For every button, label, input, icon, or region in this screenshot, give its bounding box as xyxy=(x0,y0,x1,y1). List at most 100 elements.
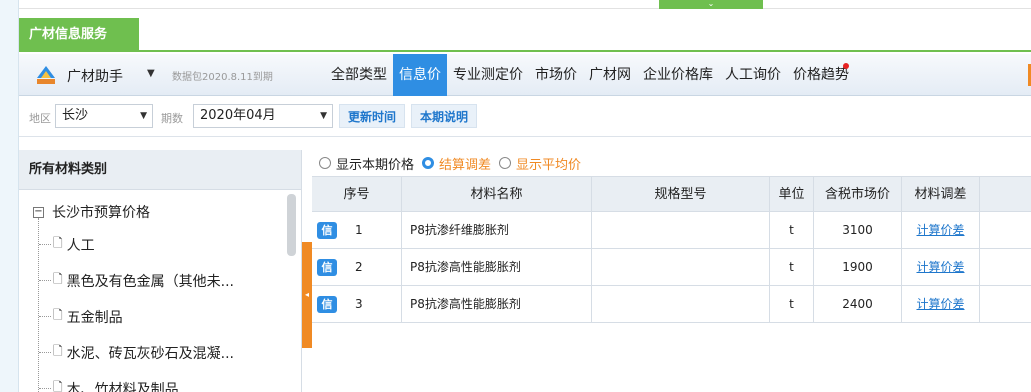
tree-item[interactable]: 🗋 木、竹材料及制品 xyxy=(39,378,179,392)
table-row[interactable]: 信 3 P8抗渗高性能膨胀剂 t 2400 计算价差 xyxy=(312,286,1031,323)
document-icon: 🗋 xyxy=(53,308,63,322)
tab-nav-2[interactable]: 专业测定价 xyxy=(447,54,529,96)
radio-label[interactable]: 显示本期价格 xyxy=(336,154,414,173)
document-icon: 🗋 xyxy=(53,236,63,250)
cell-price: 3100 xyxy=(814,212,902,248)
caret-down-icon: ▼ xyxy=(140,111,147,121)
tree-item-label: 木、竹材料及制品 xyxy=(66,381,179,392)
filter-bar: 地区 长沙 ▼ 期数 2020年04月 ▼ 更新时间 本期说明 xyxy=(19,97,1031,137)
package-expiry: 数据包2020.8.11到期 xyxy=(172,72,273,83)
main-window: ⌄ 广材信息服务 广材助手 ▼ 数据包2020.8.11到期 全部类型 信息价 专业… xyxy=(18,0,1031,392)
tree-item-label: 水泥、砖瓦灰砂石及混凝... xyxy=(66,345,235,362)
cell-price: 2400 xyxy=(814,286,902,322)
caret-down-icon[interactable]: ▼ xyxy=(147,68,155,79)
table-row[interactable]: 信 2 P8抗渗高性能膨胀剂 t 1900 计算价差 xyxy=(312,249,1031,286)
radio-option-0[interactable] xyxy=(319,157,331,169)
chevron-down-icon: ⌄ xyxy=(707,0,715,8)
radio-option-2[interactable] xyxy=(499,157,512,169)
top-strip: ⌄ xyxy=(19,0,1031,9)
table-row[interactable]: 信 1 P8抗渗纤维膨胀剂 t 3100 计算价差 xyxy=(312,212,1031,249)
cell-extra xyxy=(980,212,1031,248)
gldsoft-logo-icon[interactable] xyxy=(35,64,57,86)
period-select[interactable]: 2020年04月 ▼ xyxy=(193,104,333,128)
tree-item[interactable]: 🗋 水泥、砖瓦灰砂石及混凝... xyxy=(39,342,234,363)
info-badge-icon[interactable]: 信 xyxy=(317,296,337,313)
header-name: 材料名称 xyxy=(402,177,592,211)
period-value: 2020年04月 xyxy=(200,108,276,123)
tree-branch xyxy=(39,316,51,317)
tree-branch xyxy=(39,388,51,389)
cell-extra xyxy=(980,249,1031,285)
tree-item[interactable]: 🗋 五金制品 xyxy=(39,306,123,327)
collapse-icon[interactable]: − xyxy=(33,206,44,218)
tree-item-label: 五金制品 xyxy=(66,309,123,326)
radio-label[interactable]: 结算调差 xyxy=(439,154,491,173)
cell-unit: t xyxy=(770,249,814,285)
info-badge-icon[interactable]: 信 xyxy=(317,222,337,239)
navbar: 广材助手 ▼ 数据包2020.8.11到期 全部类型 信息价 专业测定价 市场价 广材网… xyxy=(19,54,1031,96)
price-table: 序号 材料名称 规格型号 单位 含税市场价 材料调差 信 1 P8抗渗纤维膨胀剂 t 3… xyxy=(312,176,1031,323)
tab-nav-5[interactable]: 企业价格库 xyxy=(637,54,719,96)
update-time-button[interactable]: 更新时间 xyxy=(339,104,406,128)
category-sidebar: 所有材料类别 − 长沙市预算价格 🗋 人工 🗋 黑色及有色金属（其他未... 🗋 五金制品… xyxy=(19,150,302,392)
tab-nav-0[interactable]: 全部类型 xyxy=(325,54,393,96)
nav-tab-label: 价格趋势 xyxy=(793,67,849,83)
tab-nav-1[interactable]: 信息价 xyxy=(393,54,447,96)
cell-seq: 信3 xyxy=(312,286,402,322)
document-icon: 🗋 xyxy=(53,380,63,392)
nav-tab-label: 全部类型 xyxy=(331,67,387,83)
header-extra xyxy=(980,177,1031,211)
cell-seq: 信1 xyxy=(312,212,402,248)
calc-diff-link[interactable]: 计算价差 xyxy=(916,260,964,274)
info-badge-icon[interactable]: 信 xyxy=(317,259,337,276)
cell-spec xyxy=(592,249,770,285)
seq-value: 2 xyxy=(355,260,363,274)
sidebar-collapse-tab[interactable]: ◂ xyxy=(302,242,312,348)
calc-diff-link[interactable]: 计算价差 xyxy=(916,297,964,311)
seq-value: 1 xyxy=(355,223,363,237)
cell-adjust: 计算价差 xyxy=(902,212,980,248)
tree-root[interactable]: − 长沙市预算价格 xyxy=(33,202,150,222)
notification-dot-icon xyxy=(843,63,849,69)
cell-spec xyxy=(592,286,770,322)
app-name[interactable]: 广材助手 xyxy=(67,66,123,86)
caret-down-icon: ▼ xyxy=(320,111,327,121)
title-bar: 广材信息服务 xyxy=(19,18,1031,52)
cell-adjust: 计算价差 xyxy=(902,249,980,285)
tree-item[interactable]: 🗋 黑色及有色金属（其他未... xyxy=(39,270,234,291)
region-value: 长沙 xyxy=(62,108,89,123)
cell-unit: t xyxy=(770,286,814,322)
scrollbar[interactable] xyxy=(287,194,296,256)
region-select[interactable]: 长沙 ▼ xyxy=(55,104,153,128)
cell-seq: 信2 xyxy=(312,249,402,285)
tab-nav-3[interactable]: 市场价 xyxy=(529,54,583,96)
radio-label[interactable]: 显示平均价 xyxy=(516,154,581,173)
calc-diff-link[interactable]: 计算价差 xyxy=(916,223,964,237)
nav-tab-label: 企业价格库 xyxy=(643,67,713,83)
nav-tab-label: 广材网 xyxy=(589,67,631,83)
collapse-handle[interactable]: ⌄ xyxy=(659,0,763,9)
nav-tab-label: 市场价 xyxy=(535,67,577,83)
header-spec: 规格型号 xyxy=(592,177,770,211)
seq-value: 3 xyxy=(355,297,363,311)
tab-service[interactable]: 广材信息服务 xyxy=(19,18,139,52)
tab-nav-6[interactable]: 人工询价 xyxy=(719,54,787,96)
tree-root-label: 长沙市预算价格 xyxy=(52,205,150,221)
display-options: 显示本期价格 结算调差 显示平均价 xyxy=(319,154,589,173)
tree-item[interactable]: 🗋 人工 xyxy=(39,234,95,255)
period-notes-button[interactable]: 本期说明 xyxy=(411,104,478,128)
tab-nav-4[interactable]: 广材网 xyxy=(583,54,637,96)
nav-tab-label: 专业测定价 xyxy=(453,67,523,83)
cell-price: 1900 xyxy=(814,249,902,285)
radio-option-1[interactable] xyxy=(422,157,435,169)
cell-name: P8抗渗纤维膨胀剂 xyxy=(402,212,592,248)
header-unit: 单位 xyxy=(770,177,814,211)
app-frame: ⌄ 广材信息服务 广材助手 ▼ 数据包2020.8.11到期 全部类型 信息价 专业… xyxy=(0,0,1031,392)
tab-nav-7[interactable]: 价格趋势 xyxy=(787,54,855,96)
nav-tab-label: 信息价 xyxy=(399,67,441,83)
header-adjust: 材料调差 xyxy=(902,177,980,211)
sidebar-title: 所有材料类别 xyxy=(19,150,301,190)
cell-spec xyxy=(592,212,770,248)
document-icon: 🗋 xyxy=(53,344,63,358)
cell-extra xyxy=(980,286,1031,322)
